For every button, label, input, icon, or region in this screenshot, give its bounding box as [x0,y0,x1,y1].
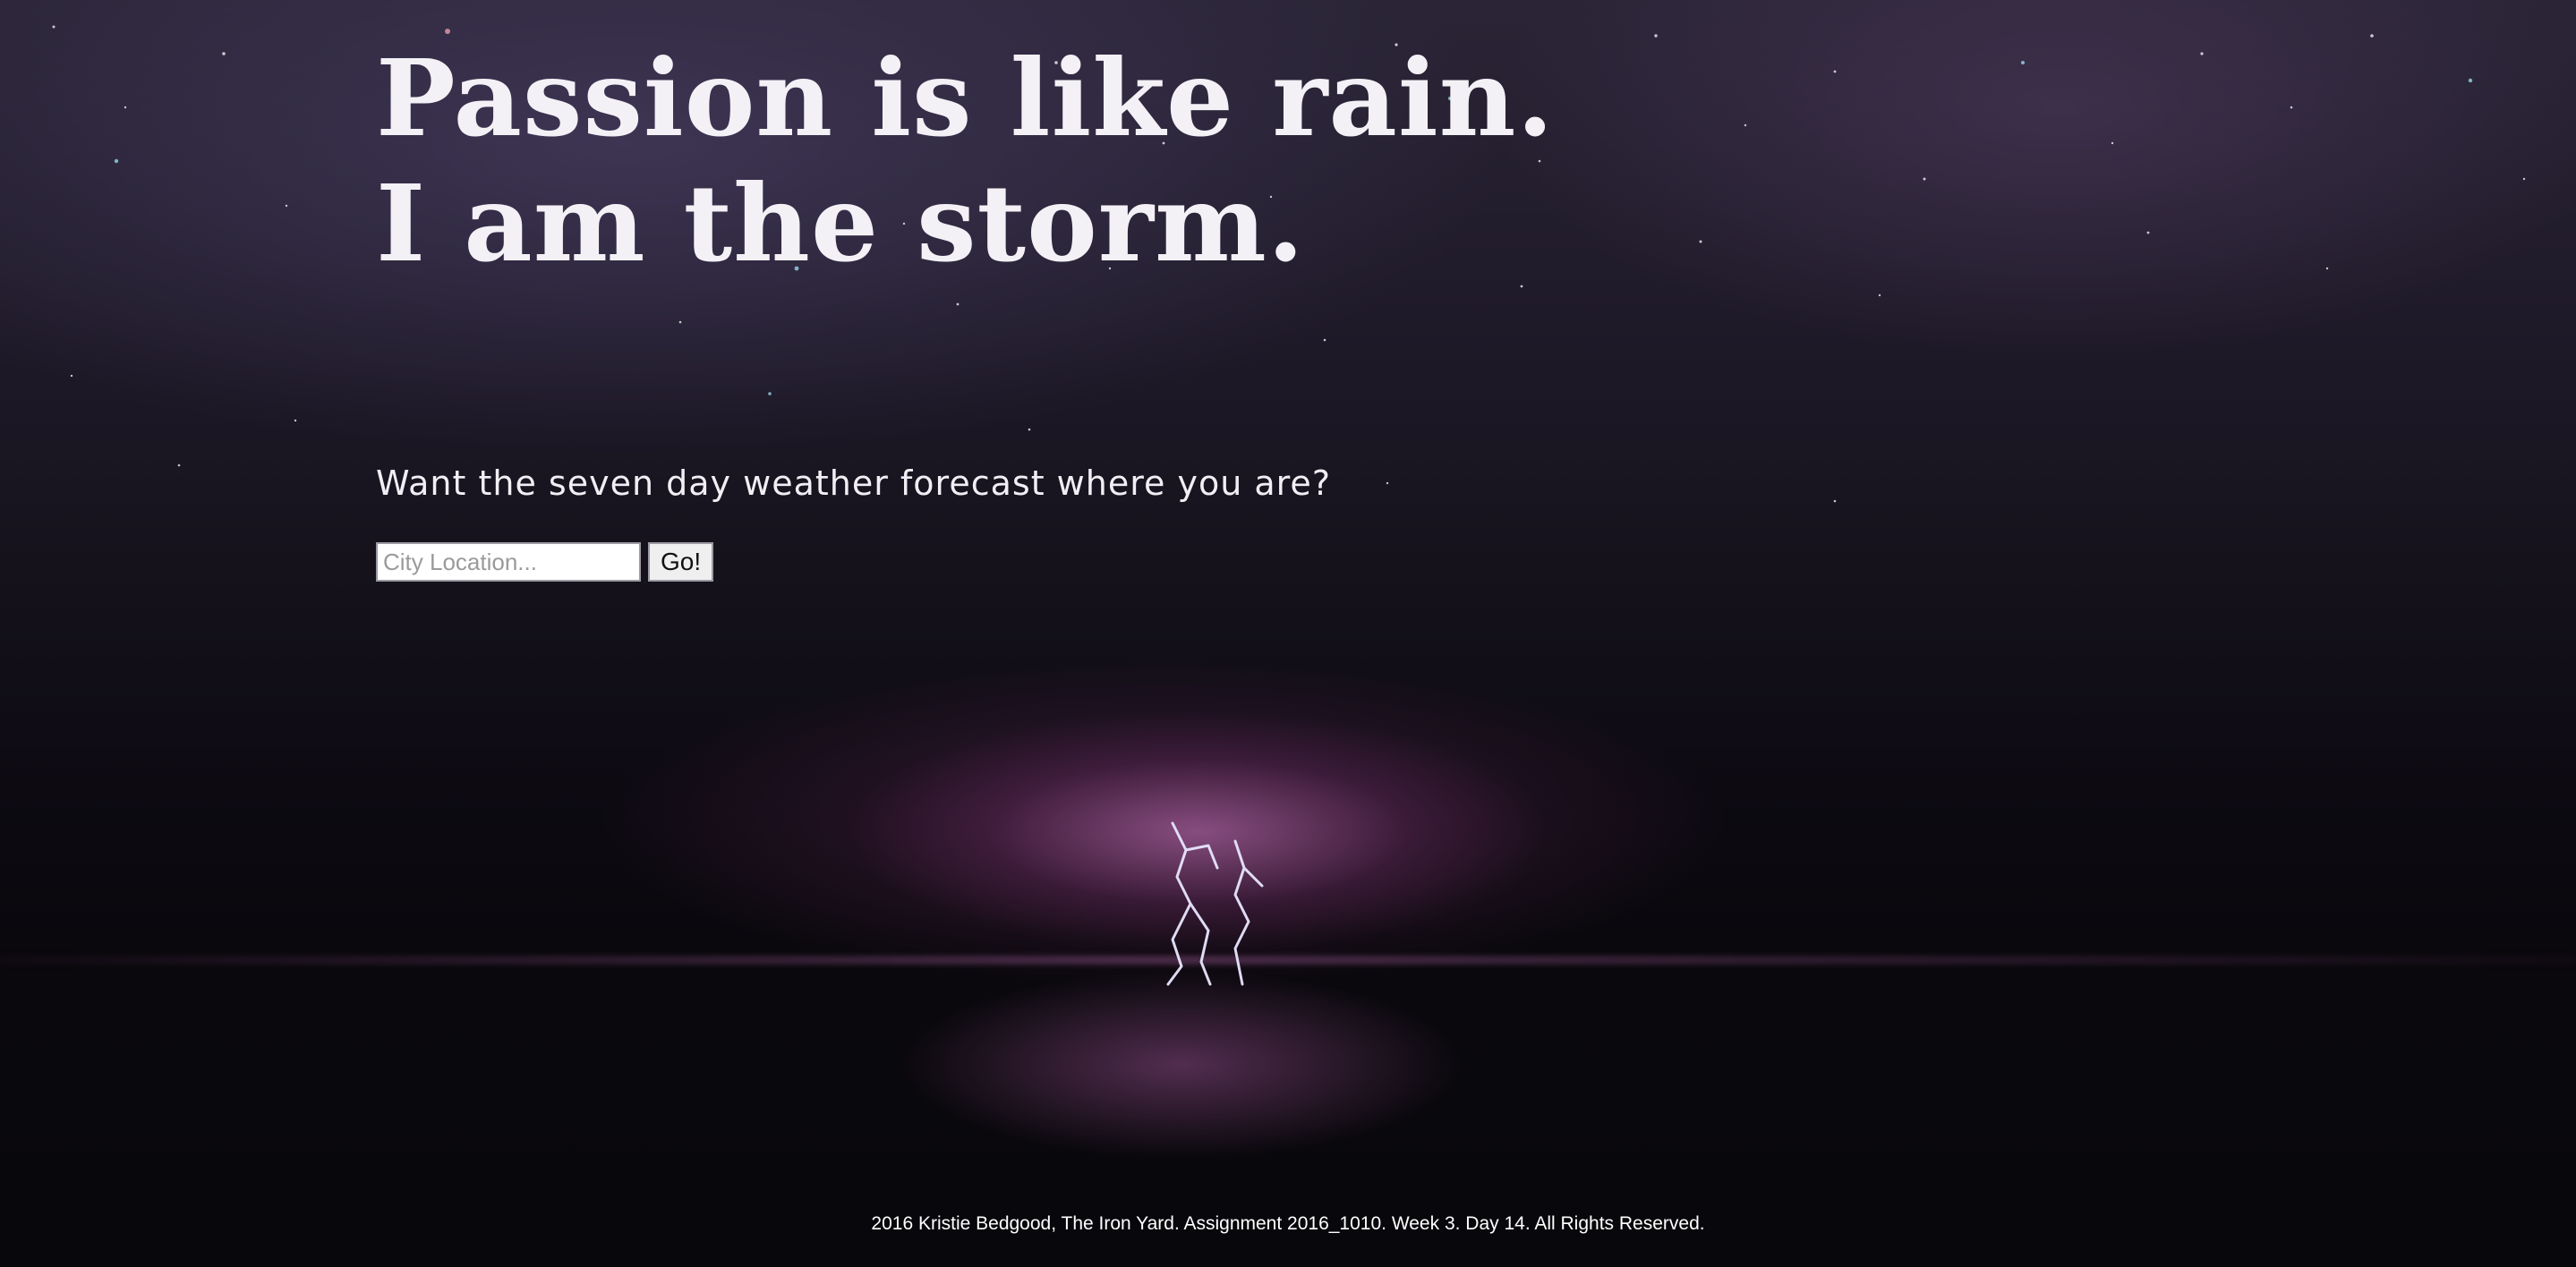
forecast-form: Go! [376,542,714,582]
headline-line-1: Passion is like rain. [376,36,1555,160]
go-button[interactable]: Go! [648,542,714,582]
hero-section: Passion is like rain. I am the storm. [376,36,1808,286]
background-storm-scene: Passion is like rain. I am the storm. Wa… [0,0,2576,1267]
city-location-input[interactable] [376,542,641,582]
forecast-prompt: Want the seven day weather forecast wher… [376,463,1331,503]
headline-line-2: I am the storm. [376,161,1305,285]
hero-headline: Passion is like rain. I am the storm. [376,36,1808,286]
lightning-bolt-decoration [1166,821,1264,986]
footer-copyright: 2016 Kristie Bedgood, The Iron Yard. Ass… [871,1213,1705,1234]
